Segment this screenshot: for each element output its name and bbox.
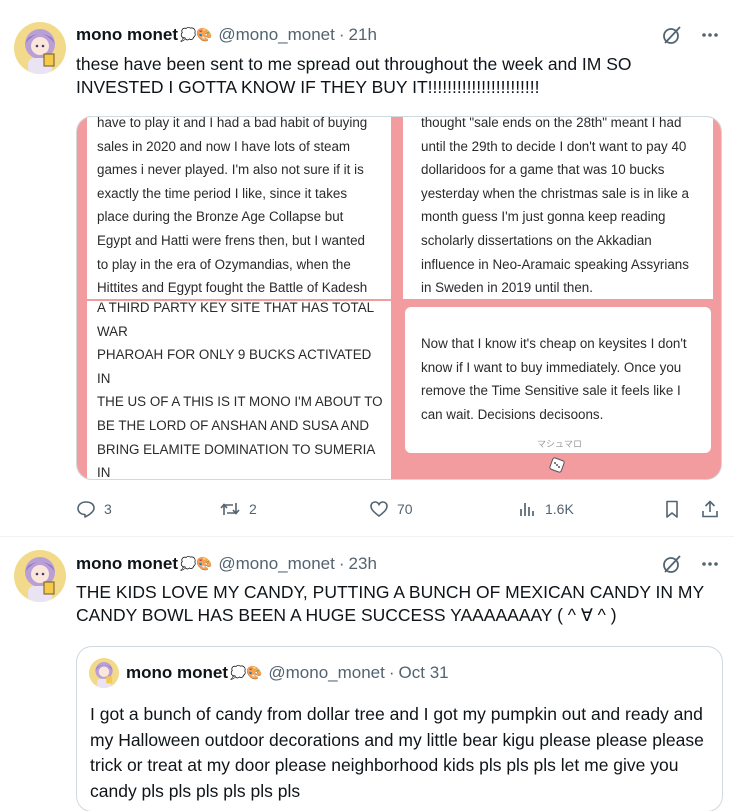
tweet-1[interactable]: mono monet 💭🎨 @mono_monet · 21h these ha… bbox=[0, 0, 734, 537]
repost-count: 2 bbox=[249, 501, 257, 517]
like-icon bbox=[369, 499, 397, 519]
views-count: 1.6K bbox=[545, 501, 574, 517]
panel-text: thought "sale ends on the 28th" meant I … bbox=[421, 117, 689, 296]
tweet-header: mono monet 💭🎨 @mono_monet · 21h bbox=[76, 23, 377, 47]
dice-icon bbox=[549, 457, 565, 473]
tweet-actions: 3 2 70 1.6K bbox=[76, 496, 726, 522]
repost-button[interactable]: 2 bbox=[219, 496, 257, 522]
name-emojis: 💭🎨 bbox=[230, 665, 263, 680]
reply-button[interactable]: 3 bbox=[76, 496, 112, 522]
user-handle[interactable]: @mono_monet bbox=[268, 663, 385, 683]
bookmark-icon bbox=[662, 499, 682, 519]
timestamp[interactable]: 23h bbox=[349, 554, 377, 574]
user-handle[interactable]: @mono_monet bbox=[218, 25, 335, 45]
panel-text: have to play it and I had a bad habit of… bbox=[97, 117, 368, 296]
views-icon bbox=[517, 499, 545, 519]
quoted-tweet-text: I got a bunch of candy from dollar tree … bbox=[90, 704, 704, 801]
display-name[interactable]: mono monet bbox=[76, 554, 178, 574]
reply-count: 3 bbox=[104, 501, 112, 517]
display-name[interactable]: mono monet bbox=[126, 663, 228, 683]
bookmark-button[interactable] bbox=[662, 496, 682, 522]
media-panel-top-right[interactable]: thought "sale ends on the 28th" meant I … bbox=[393, 117, 721, 299]
tweet-text: THE KIDS LOVE MY CANDY, PUTTING A BUNCH … bbox=[76, 582, 704, 625]
quoted-tweet[interactable]: mono monet 💭🎨 @mono_monet · Oct 31 I got… bbox=[76, 646, 723, 811]
tweet-header: mono monet 💭🎨 @mono_monet · 23h bbox=[76, 552, 377, 576]
media-panel-bottom-left[interactable]: A THIRD PARTY KEY SITE THAT HAS TOTAL WA… bbox=[77, 301, 391, 480]
timestamp[interactable]: 21h bbox=[349, 25, 377, 45]
avatar[interactable] bbox=[14, 22, 66, 74]
repost-icon bbox=[219, 499, 249, 519]
timestamp[interactable]: Oct 31 bbox=[399, 663, 449, 683]
separator-dot: · bbox=[388, 663, 395, 682]
like-button[interactable]: 70 bbox=[369, 496, 413, 522]
reply-icon bbox=[76, 499, 104, 519]
like-count: 70 bbox=[397, 501, 413, 517]
more-icon[interactable] bbox=[700, 554, 720, 574]
quoted-tweet-header: mono monet 💭🎨 @mono_monet · Oct 31 bbox=[126, 663, 449, 683]
grok-slash-icon[interactable] bbox=[662, 25, 682, 45]
tweet-2[interactable]: mono monet 💭🎨 @mono_monet · 23h THE KIDS… bbox=[0, 538, 734, 811]
media-panel-top-left[interactable]: have to play it and I had a bad habit of… bbox=[77, 117, 391, 299]
separator-dot: · bbox=[338, 554, 345, 573]
share-button[interactable] bbox=[700, 496, 720, 522]
tweet-top-icons bbox=[662, 25, 720, 45]
more-icon[interactable] bbox=[700, 25, 720, 45]
grok-slash-icon[interactable] bbox=[662, 554, 682, 574]
watermark: マシュマロ bbox=[537, 439, 583, 449]
avatar[interactable] bbox=[14, 550, 66, 602]
tweet-top-icons bbox=[662, 554, 720, 574]
name-emojis: 💭🎨 bbox=[180, 556, 213, 571]
media-panel-bottom-right[interactable]: Now that I know it's cheap on keysites I… bbox=[393, 301, 721, 479]
user-handle[interactable]: @mono_monet bbox=[218, 554, 335, 574]
avatar[interactable] bbox=[89, 658, 119, 688]
tweet-media-grid[interactable]: have to play it and I had a bad habit of… bbox=[76, 116, 722, 480]
separator-dot: · bbox=[338, 25, 345, 44]
views-button[interactable]: 1.6K bbox=[517, 496, 574, 522]
display-name[interactable]: mono monet bbox=[76, 25, 178, 45]
message-card: Now that I know it's cheap on keysites I… bbox=[405, 307, 711, 453]
name-emojis: 💭🎨 bbox=[180, 27, 213, 42]
share-icon bbox=[700, 499, 720, 519]
panel-text: A THIRD PARTY KEY SITE THAT HAS TOTAL WA… bbox=[97, 301, 383, 480]
panel-text: Now that I know it's cheap on keysites I… bbox=[421, 336, 687, 422]
tweet-text: these have been sent to me spread out th… bbox=[76, 54, 632, 97]
